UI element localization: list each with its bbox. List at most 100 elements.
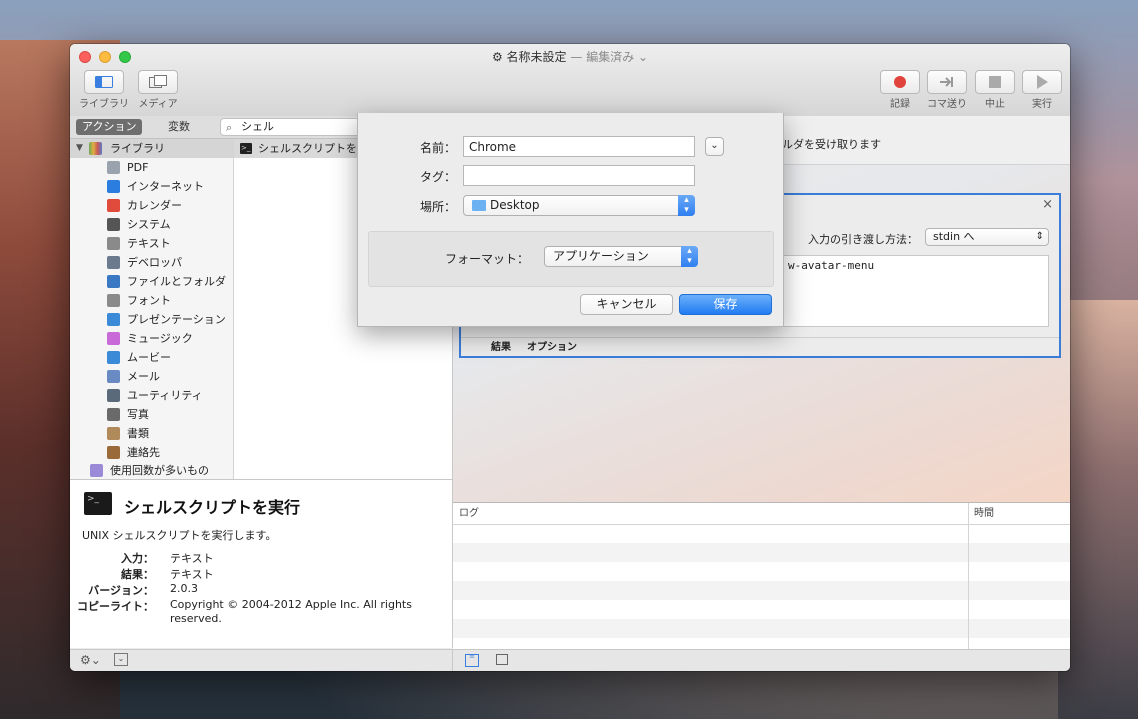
name-label: 名前： [419,141,456,155]
name-value: Chrome [469,140,517,154]
smart-folder-icon [90,464,103,477]
result-value: テキスト [170,568,214,581]
library-item-label: PDF [127,161,149,174]
description-toggle-icon[interactable]: ⌄ [114,653,128,666]
format-value: アプリケーション [553,249,649,263]
library-item[interactable]: 書類 [70,424,233,443]
record-button[interactable] [880,70,920,94]
library-bottom-bar: ⚙⌄ ⌄ [70,649,453,671]
search-value: シェル [241,120,274,133]
library-item-label: インターネット [127,180,204,193]
library-item[interactable]: メール [70,367,233,386]
library-item[interactable]: 写真 [70,405,233,424]
library-item[interactable]: システム [70,215,233,234]
run-button[interactable] [1022,70,1062,94]
log-column-divider [968,503,969,650]
disclosure-triangle-icon[interactable]: ▼ [76,139,83,158]
result-label: 結果： [121,568,154,581]
terminal-large-icon: >_ [84,492,112,515]
library-category-icon [107,351,120,364]
tab-options[interactable]: オプション [527,338,577,357]
library-item-label: ムービー [127,351,171,364]
step-icon [940,77,953,87]
log-view-icon[interactable]: ≡ [465,653,479,667]
library-category-icon [107,370,120,383]
automator-doc-icon: ⚙ [491,50,503,64]
library-item[interactable]: ファイルとフォルダ [70,272,233,291]
input-value: テキスト [170,552,214,565]
script-text: w-avatar-menu [788,259,875,272]
library-category-icon [107,275,120,288]
step-button[interactable] [927,70,967,94]
media-icon [149,75,167,88]
library-item[interactable]: インターネット [70,177,233,196]
name-field[interactable]: Chrome [463,136,695,157]
expand-dialog-button[interactable]: ⌄ [705,137,724,156]
log-pane: ログ 時間 [453,502,1070,650]
library-category-icon [107,237,120,250]
library-item-label: 写真 [127,408,149,421]
pass-input-label: 入力の引き渡し方法： [808,233,918,246]
cancel-button[interactable]: キャンセル [580,294,673,315]
library-item-label: ミュージック [127,332,193,345]
save-dialog: 名前： Chrome ⌄ タグ： 場所： Desktop ▴ ▾ フォーマット： … [357,113,784,327]
workflow-input-text: ルダを受け取ります [782,138,881,151]
tags-label: タグ： [419,170,456,184]
save-button[interactable]: 保存 [679,294,772,315]
library-item-label: メール [127,370,160,383]
library-item[interactable]: プレゼンテーション [70,310,233,329]
tab-variables[interactable]: 変数 [162,119,196,135]
media-label: メディア [138,99,178,110]
time-column-header[interactable]: 時間 [974,503,994,524]
pass-input-select[interactable]: stdin へ ⇕ [925,228,1049,246]
library-root-item[interactable]: ▼ ライブラリ [70,139,233,158]
description-title: シェルスクリプトを実行 [124,498,301,517]
library-category-icon [107,446,120,459]
library-category-icon [107,294,120,307]
library-item-label: カレンダー [127,199,182,212]
log-column-header[interactable]: ログ [459,503,479,524]
edited-status: — 編集済み ⌄ [570,50,649,64]
action-card-tabs: 結果 オプション [461,337,1059,357]
where-popup[interactable]: Desktop ▴ ▾ [463,195,695,216]
tab-results[interactable]: 結果 [491,338,511,357]
log-header: ログ 時間 [453,503,1070,525]
library-list: ▼ ライブラリ PDF インターネット カレンダーシステムテキストデベロッパファイル… [70,139,234,479]
library-toggle-button[interactable] [84,70,124,94]
library-item[interactable]: 連絡先 [70,443,233,462]
library-item[interactable]: ミュージック [70,329,233,348]
library-item-label: プレゼンテーション [127,313,226,326]
script-editor[interactable]: w-avatar-menu [781,255,1049,327]
format-box: フォーマット： アプリケーション ▴ ▾ [368,231,774,287]
stop-button[interactable] [975,70,1015,94]
library-item[interactable]: ユーティリティ [70,386,233,405]
library-item-label: 書類 [127,427,149,440]
gear-menu-icon[interactable]: ⚙⌄ [80,653,101,667]
log-bottom-bar: ≡ [453,649,1070,671]
library-category-icon [107,408,120,421]
library-item[interactable]: デベロッパ [70,253,233,272]
library-root-label: ライブラリ [110,142,165,155]
tags-field[interactable] [463,165,695,186]
variables-view-icon[interactable] [496,654,508,665]
library-item[interactable]: ムービー [70,348,233,367]
library-item[interactable]: カレンダー [70,196,233,215]
library-frequent-item[interactable]: 使用回数が多いもの [70,461,233,479]
tab-actions[interactable]: アクション [76,119,143,135]
library-category-icon [107,313,120,326]
library-item-label: テキスト [127,237,171,250]
library-item[interactable]: PDF [70,158,233,177]
library-category-icon [107,218,120,231]
library-item-label: ファイルとフォルダ [127,275,226,288]
media-button[interactable] [138,70,178,94]
library-item-label: フォント [127,294,171,307]
record-icon [894,76,906,88]
library-item[interactable]: テキスト [70,234,233,253]
library-label: ライブラリ [79,99,129,110]
close-icon[interactable]: × [1042,197,1053,212]
format-popup[interactable]: アプリケーション ▴ ▾ [544,246,698,267]
where-label: 場所： [419,200,456,214]
library-item[interactable]: フォント [70,291,233,310]
titlebar: ⚙ 名称未設定 — 編集済み ⌄ ライブラリ メディア 記録 コマ送り 中止 実… [70,44,1070,117]
search-icon: ⌕ [226,121,233,134]
